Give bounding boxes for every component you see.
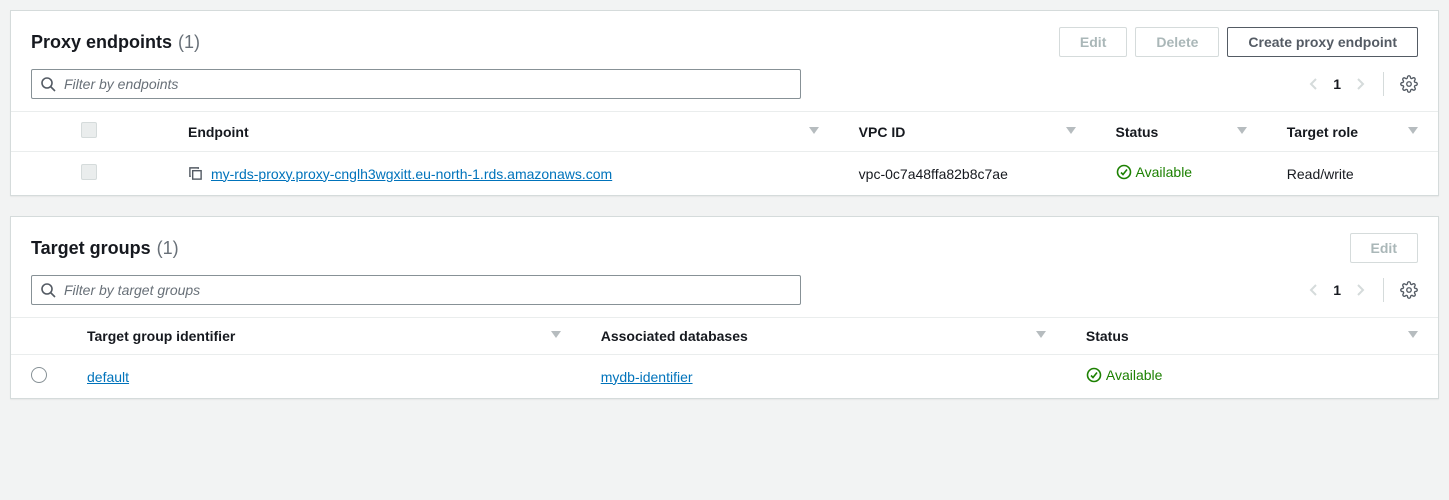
proxy-endpoints-panel: Proxy endpoints (1) Edit Delete Create p… (10, 10, 1439, 196)
table-row[interactable]: my-rds-proxy.proxy-cnglh3wgxitt.eu-north… (11, 152, 1438, 196)
page-number: 1 (1333, 76, 1341, 92)
create-proxy-endpoint-button[interactable]: Create proxy endpoint (1227, 27, 1418, 57)
pagination: 1 (1307, 282, 1367, 298)
copy-icon[interactable] (188, 166, 203, 181)
row-radio[interactable] (31, 367, 47, 383)
endpoint-link[interactable]: my-rds-proxy.proxy-cnglh3wgxitt.eu-north… (211, 166, 612, 182)
column-header-vpc[interactable]: VPC ID (859, 124, 1076, 140)
proxy-endpoints-header: Proxy endpoints (1) Edit Delete Create p… (11, 11, 1438, 69)
filter-input[interactable] (64, 76, 792, 92)
sort-icon (809, 127, 819, 137)
column-header-endpoint[interactable]: Endpoint (188, 124, 819, 140)
table-row[interactable]: default mydb-identifier Available (11, 355, 1438, 399)
search-icon (40, 76, 56, 92)
associated-db-link[interactable]: mydb-identifier (601, 369, 693, 385)
page-title: Target groups (1) (31, 238, 179, 259)
row-checkbox[interactable] (81, 164, 97, 180)
gear-icon[interactable] (1400, 75, 1418, 93)
page-number: 1 (1333, 282, 1341, 298)
chevron-left-icon[interactable] (1307, 77, 1321, 91)
edit-button[interactable]: Edit (1059, 27, 1127, 57)
target-groups-right-tools: 1 (1307, 278, 1418, 302)
status-header-label: Status (1116, 124, 1159, 140)
pagination: 1 (1307, 76, 1367, 92)
sort-icon (1408, 127, 1418, 137)
target-groups-title: Target groups (31, 238, 151, 259)
target-groups-panel: Target groups (1) Edit 1 (10, 216, 1439, 399)
target-groups-count: (1) (157, 238, 179, 259)
sort-icon (1036, 331, 1046, 341)
sort-icon (1066, 127, 1076, 137)
proxy-endpoints-count: (1) (178, 32, 200, 53)
identifier-header-label: Target group identifier (87, 328, 235, 344)
divider (1383, 72, 1384, 96)
column-header-associated-databases[interactable]: Associated databases (601, 328, 1046, 344)
target-group-link[interactable]: default (87, 369, 129, 385)
gear-icon[interactable] (1400, 281, 1418, 299)
sort-icon (1237, 127, 1247, 137)
status-badge: Available (1086, 367, 1163, 383)
dbs-header-label: Associated databases (601, 328, 748, 344)
select-header (11, 318, 67, 355)
status-badge: Available (1116, 164, 1193, 180)
vpc-header-label: VPC ID (859, 124, 906, 140)
status-text: Available (1106, 367, 1163, 383)
proxy-endpoints-right-tools: 1 (1307, 72, 1418, 96)
endpoint-cell: my-rds-proxy.proxy-cnglh3wgxitt.eu-north… (188, 166, 819, 182)
target-role-cell: Read/write (1267, 152, 1438, 196)
column-header-target-role[interactable]: Target role (1287, 124, 1418, 140)
search-icon (40, 282, 56, 298)
chevron-left-icon[interactable] (1307, 283, 1321, 297)
check-circle-icon (1116, 164, 1132, 180)
target-groups-header: Target groups (1) Edit (11, 217, 1438, 275)
vpc-id-cell: vpc-0c7a48ffa82b8c7ae (839, 152, 1096, 196)
column-header-identifier[interactable]: Target group identifier (87, 328, 561, 344)
check-circle-icon (1086, 367, 1102, 383)
edit-button[interactable]: Edit (1350, 233, 1418, 263)
target-groups-filter[interactable] (31, 275, 801, 305)
filter-input[interactable] (64, 282, 792, 298)
delete-button[interactable]: Delete (1135, 27, 1219, 57)
proxy-endpoints-toolbar: 1 (11, 69, 1438, 111)
status-text: Available (1136, 164, 1193, 180)
endpoint-header-label: Endpoint (188, 124, 249, 140)
proxy-endpoints-title: Proxy endpoints (31, 32, 172, 53)
target-groups-toolbar: 1 (11, 275, 1438, 317)
select-all-header (11, 112, 168, 152)
status-header-label: Status (1086, 328, 1129, 344)
proxy-endpoints-actions: Edit Delete Create proxy endpoint (1059, 27, 1418, 57)
target-groups-actions: Edit (1350, 233, 1418, 263)
chevron-right-icon[interactable] (1353, 77, 1367, 91)
page-title: Proxy endpoints (1) (31, 32, 200, 53)
target-role-header-label: Target role (1287, 124, 1358, 140)
select-all-checkbox[interactable] (81, 122, 97, 138)
sort-icon (551, 331, 561, 341)
target-groups-table: Target group identifier Associated datab… (11, 317, 1438, 398)
divider (1383, 278, 1384, 302)
proxy-endpoints-filter[interactable] (31, 69, 801, 99)
proxy-endpoints-table: Endpoint VPC ID Status (11, 111, 1438, 195)
sort-icon (1408, 331, 1418, 341)
chevron-right-icon[interactable] (1353, 283, 1367, 297)
column-header-status[interactable]: Status (1086, 328, 1418, 344)
column-header-status[interactable]: Status (1116, 124, 1247, 140)
